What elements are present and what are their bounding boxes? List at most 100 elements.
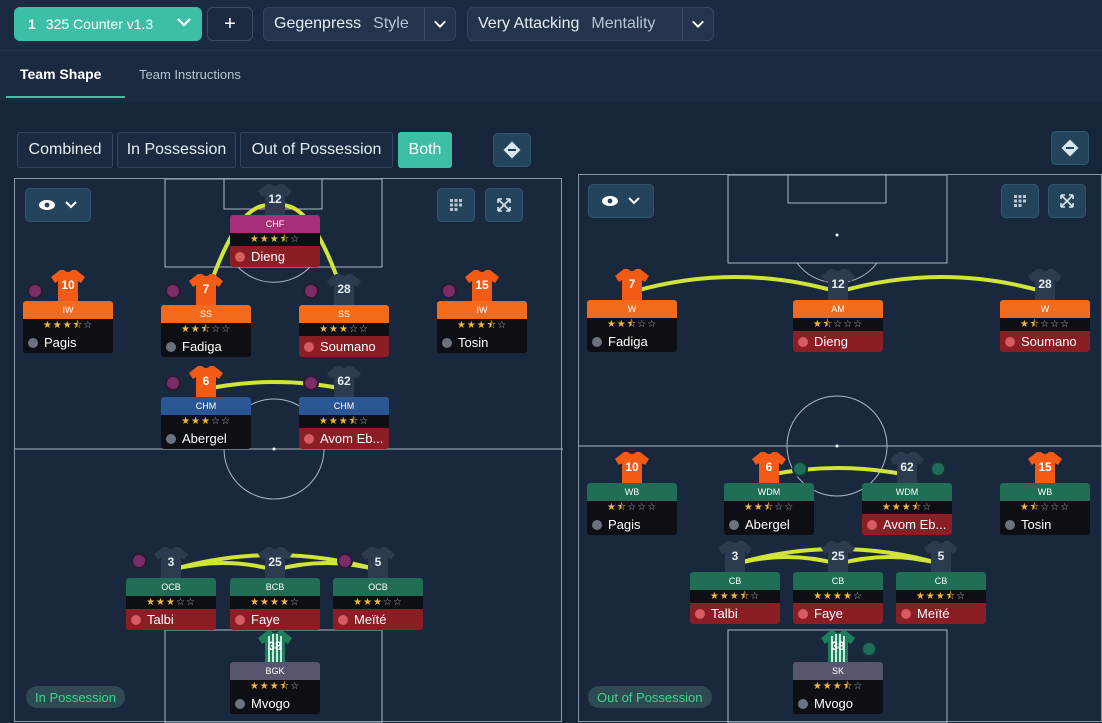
- shirt-icon: 12: [257, 183, 293, 217]
- player-info: WDM ★★★⯪☆ Avom Eb...: [862, 483, 952, 535]
- player-info: CHF ★★★⯪☆ Dieng: [230, 215, 320, 267]
- shirt-icon: 62: [889, 451, 925, 485]
- mentality-value: Very Attacking: [478, 15, 580, 32]
- shirt-number: 3: [731, 549, 739, 563]
- shirt-number: 12: [831, 277, 845, 291]
- shirt-icon: 7: [188, 273, 224, 307]
- player-info: IW ★★★⯪☆ Tosin: [437, 301, 527, 353]
- player-trait-icon[interactable]: [792, 461, 808, 477]
- tactic-board-icon[interactable]: [493, 133, 531, 167]
- player-link-line: [631, 275, 839, 294]
- star-rating: ★★★☆☆: [181, 416, 231, 427]
- tactic-selector[interactable]: 1 325 Counter v1.3: [14, 7, 202, 41]
- style-value: Gegenpress: [274, 15, 362, 32]
- shirt-number: 3: [167, 555, 175, 569]
- player-trait-icon[interactable]: [27, 283, 43, 299]
- player-trait-icon[interactable]: [165, 375, 181, 391]
- player-trait-icon[interactable]: [441, 283, 457, 299]
- player-role: SS: [299, 305, 389, 323]
- star-rating: ★★★⯪☆: [881, 502, 933, 513]
- player-trait-icon[interactable]: [861, 641, 877, 657]
- shirt-number: 28: [337, 282, 351, 296]
- player-name-row: Avom Eb...: [299, 428, 389, 449]
- player-name: Faye: [814, 606, 843, 621]
- person-icon: [695, 608, 705, 619]
- player-trait-icon[interactable]: [337, 553, 353, 569]
- visibility-toggle[interactable]: [588, 184, 654, 218]
- visibility-toggle[interactable]: [25, 188, 91, 222]
- expand-icon[interactable]: [1048, 184, 1086, 218]
- star-rating: ★⯪☆☆☆: [606, 502, 658, 513]
- star-rating: ★★★★☆: [250, 597, 300, 608]
- player-name-row: Dieng: [230, 246, 320, 267]
- player-role: W: [1000, 300, 1090, 318]
- style-dropdown[interactable]: Gegenpress Style: [263, 7, 456, 41]
- player-info: WB ★⯪☆☆☆ Pagis: [587, 483, 677, 535]
- shirt-icon: 10: [50, 269, 86, 303]
- tactic-board-icon[interactable]: [1051, 131, 1089, 165]
- player-name-row: Avom Eb...: [862, 514, 952, 535]
- player-name: Talbi: [147, 612, 174, 627]
- player-role: IW: [437, 301, 527, 319]
- shirt-icon: 6: [188, 365, 224, 399]
- star-rating: ★★★☆☆: [353, 597, 403, 608]
- top-bar: 1 325 Counter v1.3 + Gegenpress Style Ve…: [0, 0, 1102, 50]
- player-info: AM ★⯪☆☆☆ Dieng: [793, 300, 883, 352]
- player-name: Fadiga: [608, 334, 648, 349]
- player-role: BCB: [230, 578, 320, 596]
- player-name-row: Meïté: [896, 603, 986, 624]
- player-role: BGK: [230, 662, 320, 680]
- player-info: OCB ★★★☆☆ Meïté: [333, 578, 423, 630]
- add-tactic-button[interactable]: +: [207, 7, 253, 41]
- star-rating: ★★⯪☆☆: [743, 502, 795, 513]
- expand-icon[interactable]: [485, 188, 523, 222]
- shirt-icon: 3: [717, 540, 753, 574]
- shirt-icon: 25: [820, 540, 856, 574]
- player-info: CHM ★★★⯪☆ Avom Eb...: [299, 397, 389, 449]
- shirt-number: 5: [937, 549, 945, 563]
- grid-icon[interactable]: [1001, 184, 1039, 218]
- player-trait-icon[interactable]: [131, 553, 147, 569]
- player-role: WB: [1000, 483, 1090, 501]
- shirt-icon: 15: [464, 269, 500, 303]
- shirt-icon: 7: [614, 268, 650, 302]
- player-name: Tosin: [1021, 517, 1052, 532]
- style-label: Style: [373, 15, 409, 32]
- shirt-number: 15: [475, 278, 489, 292]
- player-trait-icon[interactable]: [303, 283, 319, 299]
- grid-icon[interactable]: [437, 188, 475, 222]
- player-trait-icon[interactable]: [165, 283, 181, 299]
- chevron-down-icon: [682, 8, 713, 40]
- person-icon: [592, 519, 602, 530]
- player-trait-icon[interactable]: [930, 461, 946, 477]
- player-name: Abergel: [745, 517, 790, 532]
- player-trait-icon[interactable]: [303, 375, 319, 391]
- view-out-of-possession-button[interactable]: Out of Possession: [240, 132, 393, 168]
- shirt-number: 62: [900, 460, 914, 474]
- player-role: W: [587, 300, 677, 318]
- person-icon: [592, 336, 602, 347]
- player-name-row: Abergel: [161, 428, 251, 449]
- tab-team-instructions[interactable]: Team Instructions: [139, 67, 241, 82]
- player-name-row: Fadiga: [161, 336, 251, 357]
- active-tab-indicator: [6, 96, 125, 98]
- player-name: Meïté: [917, 606, 950, 621]
- shirt-icon: 12: [820, 268, 856, 302]
- player-role: IW: [23, 301, 113, 319]
- star-rating: ★★⯪☆☆: [180, 324, 232, 335]
- player-name-row: Mvogo: [793, 693, 883, 714]
- out-of-possession-pitch: Out of Possession 7 W ★★⯪☆☆ Fadiga 12 AM ★⯪☆☆☆…: [578, 174, 1102, 723]
- shirt-number: 62: [337, 374, 351, 388]
- player-role: WDM: [724, 483, 814, 501]
- player-role: OCB: [333, 578, 423, 596]
- view-in-possession-button[interactable]: In Possession: [117, 132, 236, 168]
- player-name-row: Soumano: [299, 336, 389, 357]
- person-icon: [798, 608, 808, 619]
- view-combined-button[interactable]: Combined: [17, 132, 113, 168]
- view-both-button[interactable]: Both: [398, 132, 452, 168]
- tab-team-shape[interactable]: Team Shape: [20, 66, 101, 82]
- player-name: Dieng: [251, 249, 285, 264]
- mentality-dropdown[interactable]: Very Attacking Mentality: [467, 7, 714, 41]
- player-info: W ★★⯪☆☆ Fadiga: [587, 300, 677, 352]
- star-rating: ★★★⯪☆: [915, 591, 967, 602]
